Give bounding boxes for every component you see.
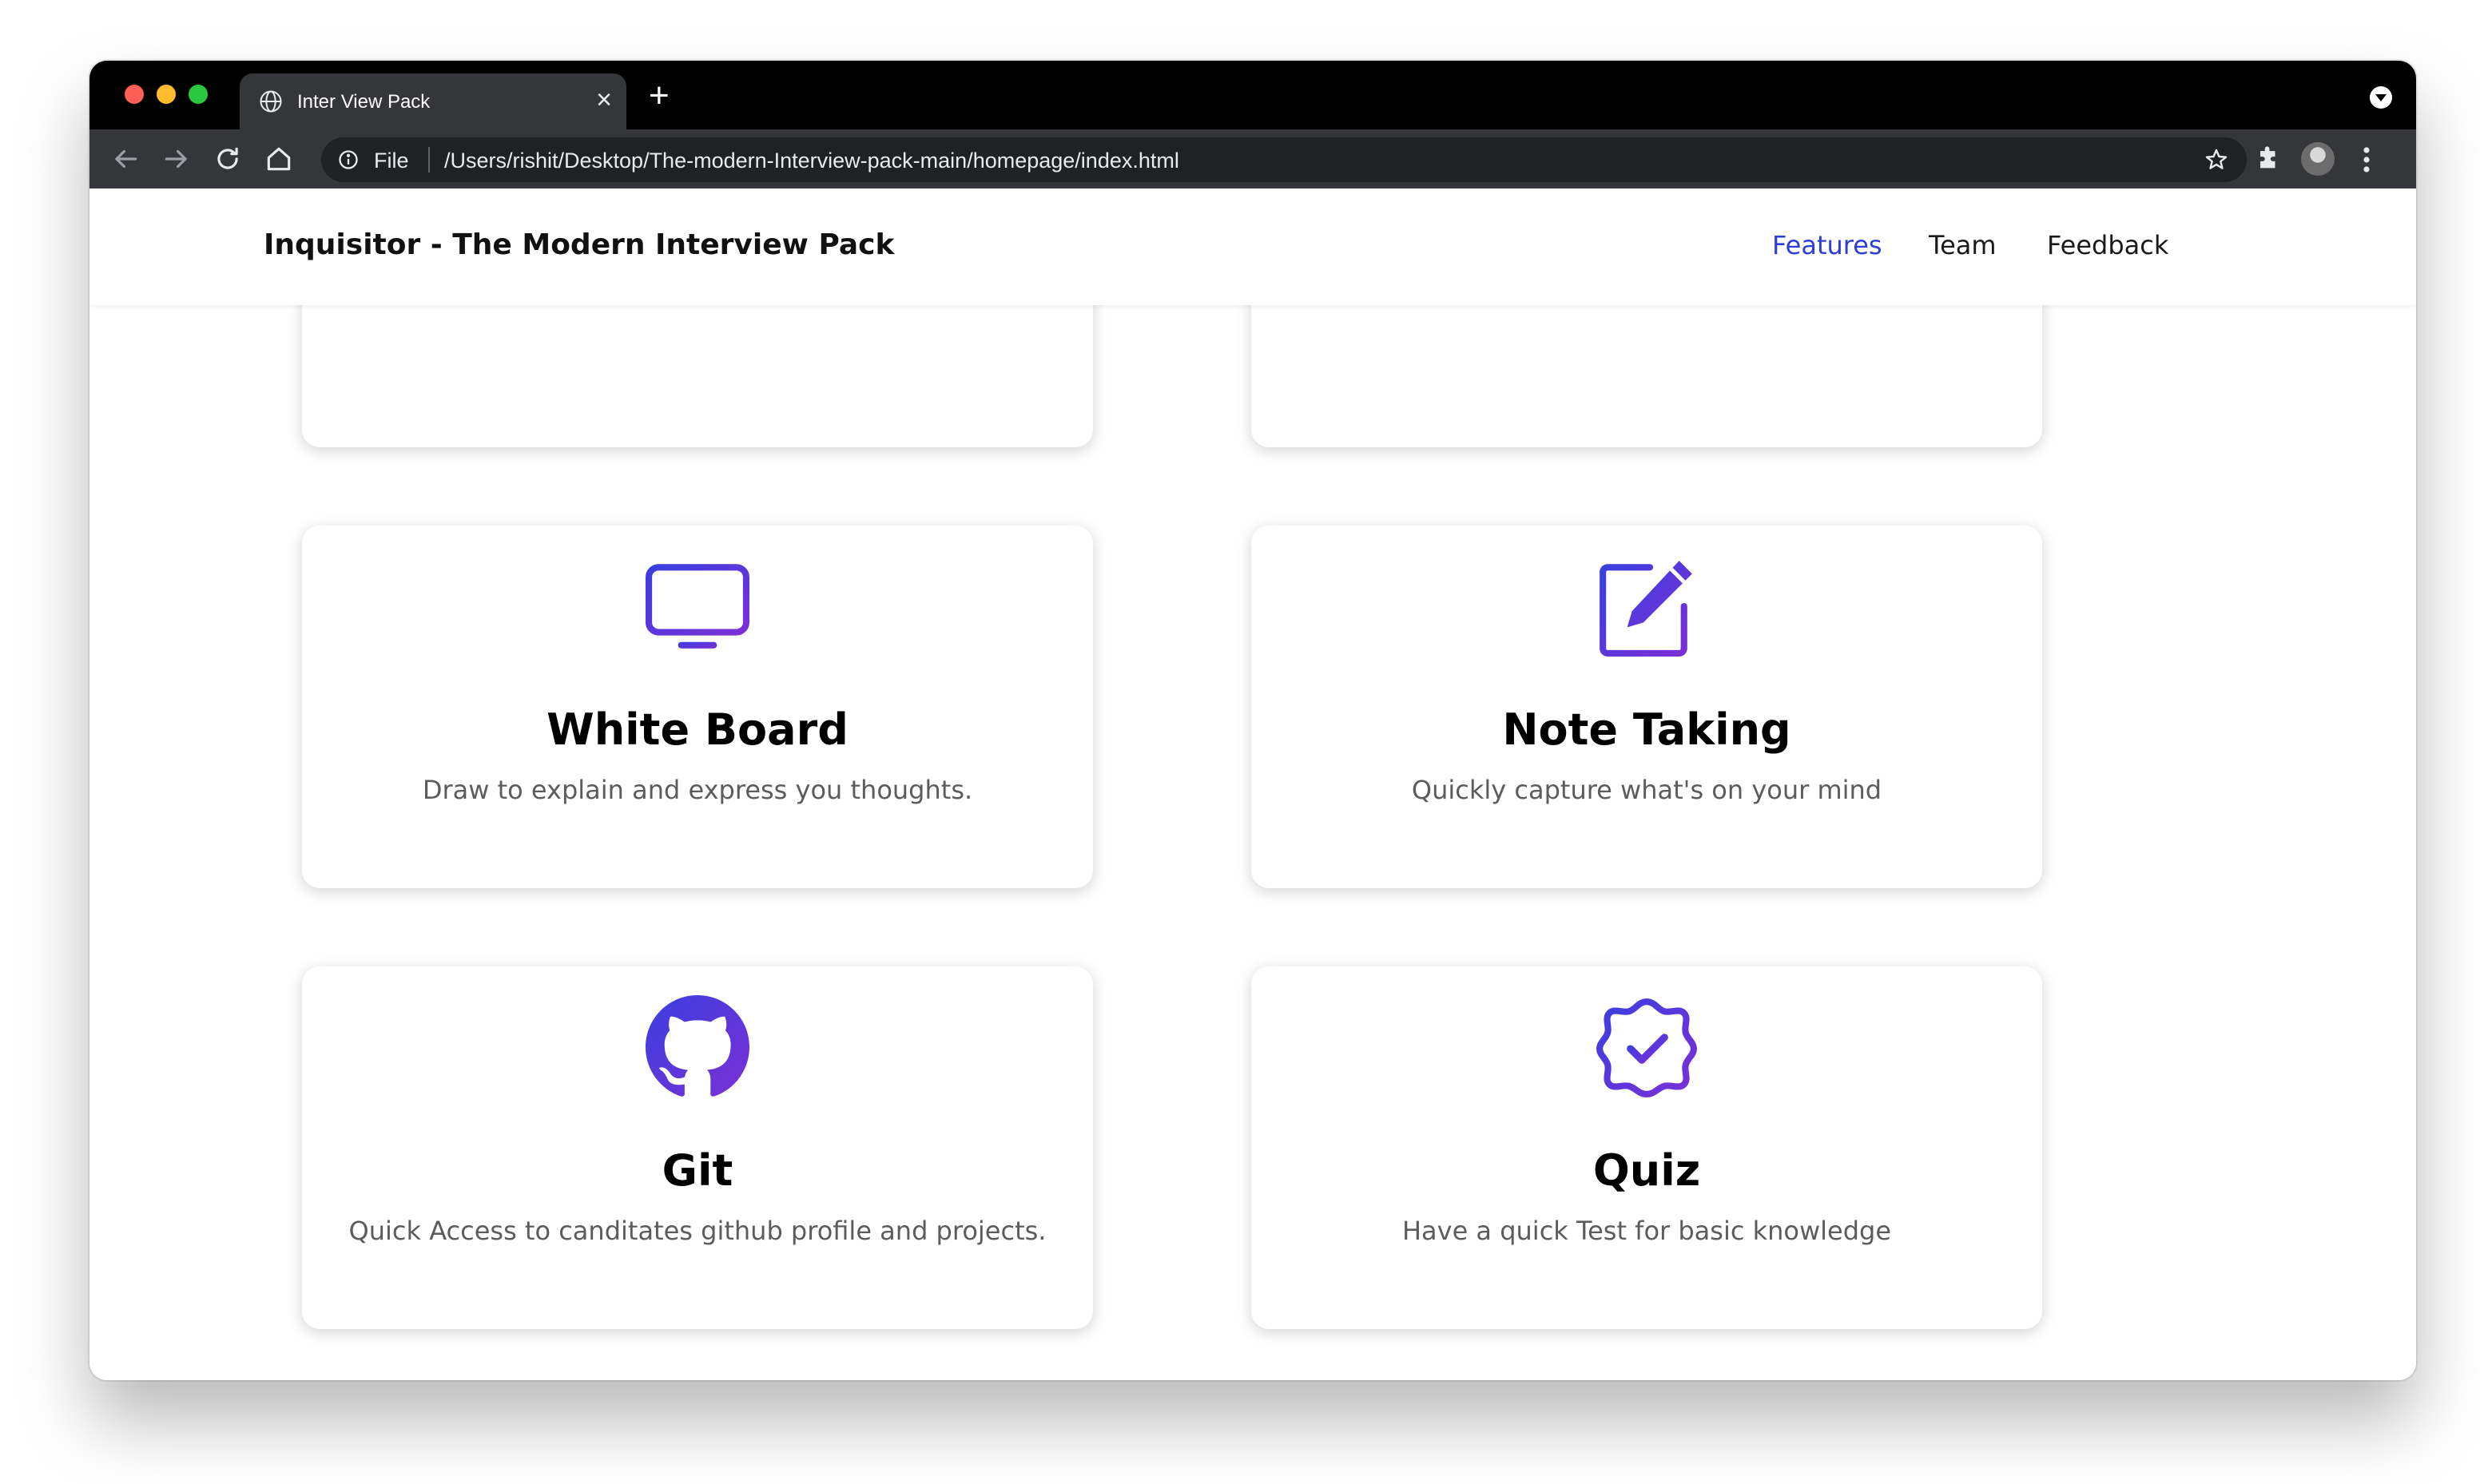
browser-toolbar: File /Users/rishit/Desktop/The-modern-In…	[89, 129, 2416, 188]
profile-avatar[interactable]	[2301, 142, 2335, 176]
extensions-puzzle-icon[interactable]	[2255, 145, 2282, 173]
feature-description: Quick Access to canditates github profil…	[348, 1216, 1047, 1246]
minimize-window-button[interactable]	[157, 85, 176, 104]
info-icon[interactable]	[337, 149, 360, 171]
badge-check-icon	[1596, 998, 1697, 1097]
forward-arrow-icon[interactable]	[161, 144, 192, 174]
github-icon	[646, 995, 749, 1097]
url-text[interactable]: /Users/rishit/Desktop/The-modern-Intervi…	[444, 149, 1179, 173]
nav-link-feedback[interactable]: Feedback	[2047, 230, 2168, 260]
new-tab-button[interactable]: +	[649, 78, 670, 113]
tab-close-icon[interactable]: ×	[596, 86, 612, 113]
site-brand[interactable]: Inquisitor - The Modern Interview Pack	[264, 228, 894, 261]
url-scheme-label: File	[374, 149, 409, 173]
title-bar: Inter View Pack × +	[89, 61, 2416, 129]
nav-link-features[interactable]: Features	[1772, 230, 1882, 260]
close-window-button[interactable]	[125, 85, 144, 104]
feature-title: Quiz	[1592, 1145, 1701, 1196]
globe-icon	[260, 90, 282, 113]
bookmark-star-icon[interactable]	[2204, 147, 2229, 173]
home-icon[interactable]	[264, 144, 294, 174]
feature-card-quiz[interactable]: Quiz Have a quick Test for basic knowled…	[1251, 966, 2042, 1329]
feature-description: Draw to explain and express you thoughts…	[422, 775, 973, 805]
nav-link-team[interactable]: Team	[1929, 230, 1997, 260]
edit-note-icon	[1600, 561, 1692, 657]
feature-title: Note Taking	[1502, 704, 1791, 755]
feature-card-git[interactable]: Git Quick Access to canditates github pr…	[302, 966, 1093, 1329]
divider	[428, 147, 430, 173]
back-arrow-icon[interactable]	[110, 144, 141, 174]
feature-title: White Board	[546, 704, 849, 755]
site-header: Inquisitor - The Modern Interview Pack F…	[89, 188, 2416, 305]
reload-icon[interactable]	[213, 144, 243, 174]
browser-tab[interactable]: Inter View Pack ×	[240, 73, 626, 129]
feature-title: Git	[662, 1145, 733, 1196]
address-bar[interactable]: File /Users/rishit/Desktop/The-modern-In…	[321, 137, 2247, 182]
more-menu-icon[interactable]	[2362, 145, 2371, 174]
feature-card-note-taking[interactable]: Note Taking Quickly capture what's on yo…	[1251, 526, 2042, 888]
maximize-window-button[interactable]	[189, 85, 208, 104]
page-content: Inquisitor - The Modern Interview Pack F…	[89, 188, 2416, 1380]
monitor-icon	[646, 564, 749, 649]
browser-window: Inter View Pack × + File /Users/rishit/D…	[89, 61, 2416, 1380]
tab-search-icon[interactable]	[2370, 86, 2392, 109]
feature-card-white-board[interactable]: White Board Draw to explain and express …	[302, 526, 1093, 888]
tab-title: Inter View Pack	[297, 91, 431, 113]
feature-description: Quickly capture what's on your mind	[1411, 775, 1882, 805]
feature-description: Have a quick Test for basic knowledge	[1401, 1216, 1892, 1246]
